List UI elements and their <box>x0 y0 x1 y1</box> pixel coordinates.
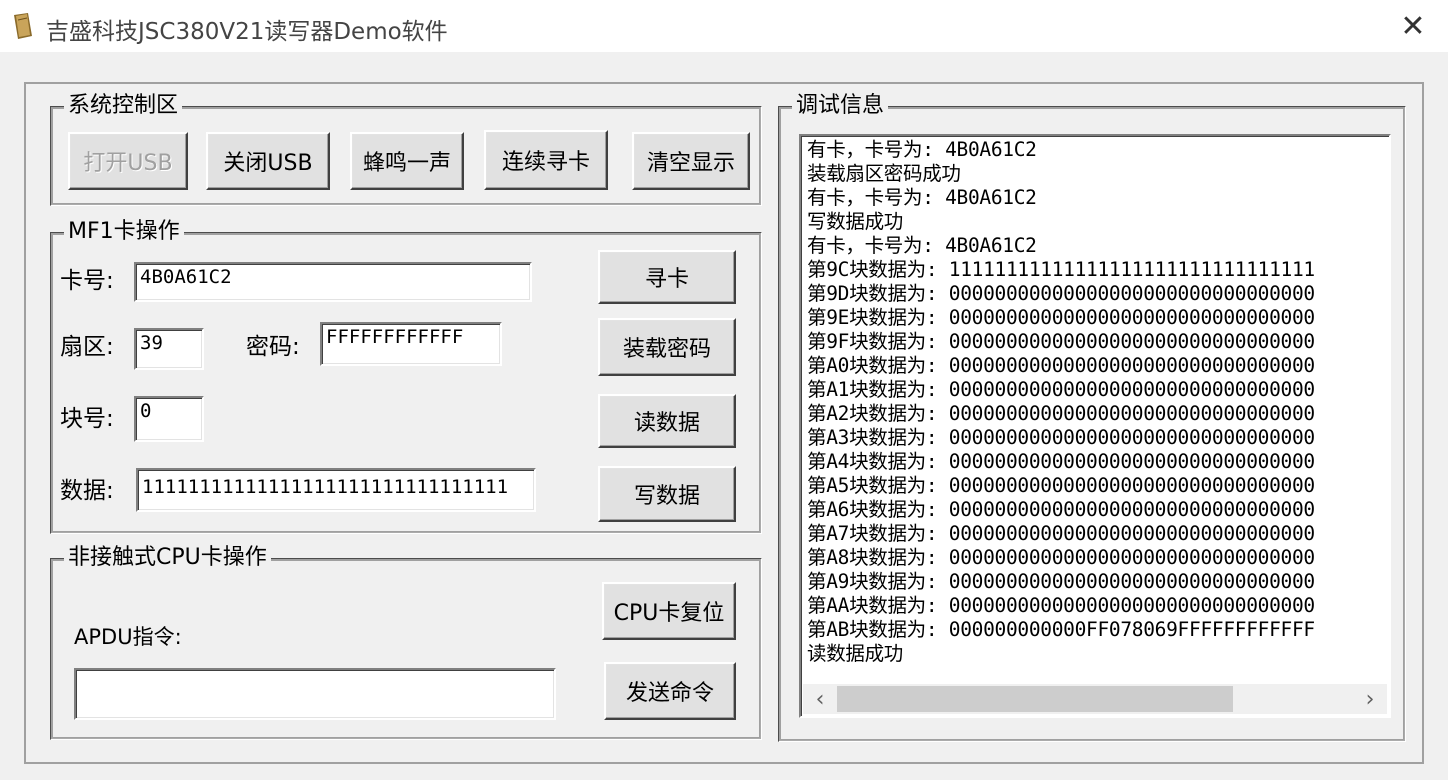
log-line: 第A4块数据为: 0000000000000000000000000000000… <box>807 450 1315 473</box>
log-line: 第9C块数据为: 1111111111111111111111111111111… <box>807 258 1315 281</box>
clear-display-button[interactable]: 清空显示 <box>632 132 750 190</box>
log-line: 第A8块数据为: 0000000000000000000000000000000… <box>807 546 1315 569</box>
block-number-label: 块号: <box>60 406 114 432</box>
scrollbar-thumb[interactable] <box>837 686 1233 712</box>
search-card-button[interactable]: 寻卡 <box>598 250 736 304</box>
close-icon: ✕ <box>1400 8 1426 44</box>
log-line: 第A9块数据为: 0000000000000000000000000000000… <box>807 570 1315 593</box>
log-line: 有卡，卡号为: 4B0A61C2 <box>807 138 1037 161</box>
debug-log[interactable]: 有卡，卡号为: 4B0A61C2 装载扇区密码成功 有卡，卡号为: 4B0A61C2… <box>799 134 1391 718</box>
sector-label: 扇区: <box>60 334 114 360</box>
log-line: 第A6块数据为: 0000000000000000000000000000000… <box>807 498 1315 521</box>
log-line: 第A3块数据为: 0000000000000000000000000000000… <box>807 426 1315 449</box>
load-key-button[interactable]: 装载密码 <box>598 318 736 376</box>
log-line: 写数据成功 <box>807 210 904 233</box>
log-line: 装载扇区密码成功 <box>807 162 961 185</box>
block-number-field[interactable]: 0 <box>134 396 204 442</box>
log-line: 第9F块数据为: 0000000000000000000000000000000… <box>807 330 1315 353</box>
log-line: 有卡，卡号为: 4B0A61C2 <box>807 186 1037 209</box>
log-line: 第9D块数据为: 0000000000000000000000000000000… <box>807 282 1315 305</box>
card-number-label: 卡号: <box>60 268 114 294</box>
cpu-card-group-label: 非接触式CPU卡操作 <box>64 544 271 572</box>
mf1-card-group: MF1卡操作 卡号: 4B0A61C2 扇区: 39 密码: FFFFFFFFF… <box>50 218 762 534</box>
data-field[interactable]: 11111111111111111111111111111111 <box>136 468 536 512</box>
debug-log-lines: 有卡，卡号为: 4B0A61C2 装载扇区密码成功 有卡，卡号为: 4B0A61C2… <box>807 138 1359 678</box>
system-control-group: 系统控制区 打开USB 关闭USB 蜂鸣一声 连续寻卡 清空显示 <box>50 92 762 206</box>
log-line: 第AB块数据为: 000000000000FF078069FFFFFFFFFFF… <box>807 618 1315 641</box>
key-label: 密码: <box>246 334 300 360</box>
send-command-button[interactable]: 发送命令 <box>604 662 736 720</box>
title-bar: 吉盛科技JSC380V21读写器Demo软件 ✕ <box>0 0 1448 52</box>
horizontal-scrollbar[interactable]: ‹ › <box>803 684 1387 714</box>
close-button[interactable]: ✕ <box>1378 0 1448 52</box>
cpu-reset-button[interactable]: CPU卡复位 <box>602 582 736 640</box>
log-line: 第A5块数据为: 0000000000000000000000000000000… <box>807 474 1315 497</box>
log-line: 读数据成功 <box>807 642 904 665</box>
log-line: 第A7块数据为: 0000000000000000000000000000000… <box>807 522 1315 545</box>
mf1-card-group-label: MF1卡操作 <box>64 218 184 246</box>
close-usb-button[interactable]: 关闭USB <box>206 132 330 190</box>
system-control-group-label: 系统控制区 <box>64 92 183 120</box>
key-field[interactable]: FFFFFFFFFFFF <box>320 322 502 366</box>
window-title: 吉盛科技JSC380V21读写器Demo软件 <box>46 19 448 45</box>
book-icon <box>14 13 32 39</box>
continuous-search-button[interactable]: 连续寻卡 <box>484 130 608 190</box>
log-line: 有卡，卡号为: 4B0A61C2 <box>807 234 1037 257</box>
debug-info-group-label: 调试信息 <box>792 92 889 120</box>
apdu-label: APDU指令: <box>74 625 182 649</box>
scroll-right-icon[interactable]: › <box>1353 684 1387 714</box>
log-line: 第9E块数据为: 0000000000000000000000000000000… <box>807 306 1315 329</box>
log-line: 第A2块数据为: 0000000000000000000000000000000… <box>807 402 1315 425</box>
log-line: 第A0块数据为: 0000000000000000000000000000000… <box>807 354 1315 377</box>
sector-field[interactable]: 39 <box>134 328 204 370</box>
write-data-button[interactable]: 写数据 <box>598 466 736 522</box>
card-number-field[interactable]: 4B0A61C2 <box>134 262 532 302</box>
main-panel: 系统控制区 打开USB 关闭USB 蜂鸣一声 连续寻卡 清空显示 MF1卡操作 … <box>24 82 1424 764</box>
log-line: 第A1块数据为: 0000000000000000000000000000000… <box>807 378 1315 401</box>
log-line: 第AA块数据为: 0000000000000000000000000000000… <box>807 594 1315 617</box>
open-usb-button[interactable]: 打开USB <box>68 132 188 190</box>
read-data-button[interactable]: 读数据 <box>598 394 736 448</box>
data-label: 数据: <box>60 478 114 504</box>
apdu-input[interactable] <box>74 668 556 720</box>
beep-button[interactable]: 蜂鸣一声 <box>350 132 464 190</box>
cpu-card-group: 非接触式CPU卡操作 APDU指令: CPU卡复位 发送命令 <box>50 544 762 740</box>
scroll-left-icon[interactable]: ‹ <box>803 684 837 714</box>
